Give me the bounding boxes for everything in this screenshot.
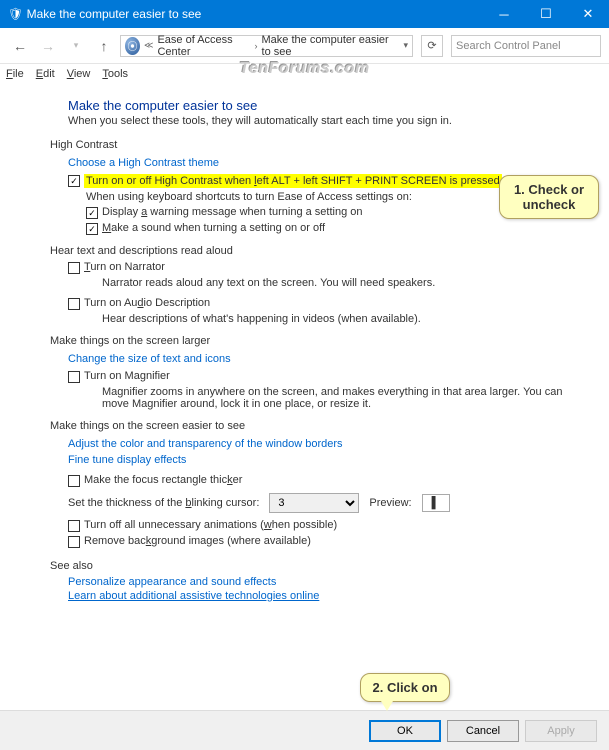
checkbox-make-sound[interactable]: Make a sound when turning a setting on o… xyxy=(86,222,581,235)
checkbox-icon[interactable] xyxy=(68,475,80,487)
link-adjust-color[interactable]: Adjust the color and transparency of the… xyxy=(68,438,343,450)
checkbox-icon[interactable] xyxy=(68,298,80,310)
content-area: Make the computer easier to see When you… xyxy=(0,84,609,602)
shield-icon: 🛡 xyxy=(8,7,23,21)
cursor-thickness-row: Set the thickness of the blinking cursor… xyxy=(68,493,581,513)
up-button[interactable]: ↑ xyxy=(92,34,116,58)
menu-tools[interactable]: Tools xyxy=(102,68,128,80)
page-heading: Make the computer easier to see xyxy=(68,98,581,113)
checkbox-focus-rectangle[interactable]: Make the focus rectangle thicker xyxy=(68,474,581,487)
cursor-label: Set the thickness of the blinking cursor… xyxy=(68,497,259,509)
checkbox-icon[interactable] xyxy=(68,262,80,274)
checkbox-label: Turn on Narrator xyxy=(84,261,165,273)
section-larger: Make things on the screen larger xyxy=(50,335,581,347)
annotation-2: 2. Click on xyxy=(360,673,450,702)
close-button[interactable]: ✕ xyxy=(567,0,609,28)
menu-edit[interactable]: Edit xyxy=(36,68,55,80)
menu-view[interactable]: View xyxy=(67,68,91,80)
checkbox-turn-off-animations[interactable]: Turn off all unnecessary animations (whe… xyxy=(68,519,581,532)
annotation-2-text: 2. Click on xyxy=(372,680,437,695)
see-also-title: See also xyxy=(50,560,93,572)
link-personalize[interactable]: Personalize appearance and sound effects xyxy=(68,576,581,588)
checkbox-icon[interactable] xyxy=(86,223,98,235)
breadcrumb-item[interactable]: Ease of Access Center xyxy=(157,34,250,58)
checkbox-label: Turn on or off High Contrast when left A… xyxy=(84,174,502,188)
titlebar: 🛡 Make the computer easier to see ─ ☐ ✕ xyxy=(0,0,609,28)
window-controls: ─ ☐ ✕ xyxy=(483,0,609,28)
section-high-contrast: High Contrast xyxy=(50,139,581,151)
cursor-thickness-select[interactable]: 3 xyxy=(269,493,359,513)
breadcrumb-item[interactable]: Make the computer easier to see xyxy=(262,34,396,58)
link-fine-tune[interactable]: Fine tune display effects xyxy=(68,454,186,466)
checkbox-icon[interactable] xyxy=(68,371,80,383)
section-easier: Make things on the screen easier to see xyxy=(50,420,581,432)
breadcrumb-bar[interactable]: ⦿ ≪ Ease of Access Center › Make the com… xyxy=(120,35,413,57)
checkbox-icon[interactable] xyxy=(68,520,80,532)
checkbox-label: Turn on Audio Description xyxy=(84,297,210,309)
audio-desc: Hear descriptions of what's happening in… xyxy=(102,313,581,325)
checkbox-remove-bg[interactable]: Remove background images (where availabl… xyxy=(68,535,581,548)
minimize-button[interactable]: ─ xyxy=(483,0,525,28)
magnifier-desc: Magnifier zooms in anywhere on the scree… xyxy=(102,386,581,410)
forward-button[interactable]: → xyxy=(36,34,60,58)
ease-of-access-icon: ⦿ xyxy=(125,37,140,55)
see-also-section: See also Personalize appearance and soun… xyxy=(50,560,581,602)
back-button[interactable]: ← xyxy=(8,34,32,58)
link-change-size[interactable]: Change the size of text and icons xyxy=(68,353,231,365)
apply-button[interactable]: Apply xyxy=(525,720,597,742)
window-title: Make the computer easier to see xyxy=(27,7,483,21)
nav-toolbar: ← → ▾ ↑ ⦿ ≪ Ease of Access Center › Make… xyxy=(0,28,609,64)
checkbox-audio-description[interactable]: Turn on Audio Description xyxy=(68,297,581,310)
button-bar: OK Cancel Apply xyxy=(0,710,609,750)
checkbox-icon[interactable] xyxy=(68,536,80,548)
checkbox-label: Make a sound when turning a setting on o… xyxy=(102,222,325,234)
recent-dropdown-icon[interactable]: ▾ xyxy=(64,34,88,58)
cursor-preview: ▌ xyxy=(422,494,450,512)
chevron-right-icon: › xyxy=(255,41,258,51)
menu-bar: File Edit View Tools xyxy=(0,64,609,84)
checkbox-icon[interactable] xyxy=(68,175,80,187)
refresh-button[interactable]: ⟳ xyxy=(421,35,443,57)
link-choose-theme[interactable]: Choose a High Contrast theme xyxy=(68,157,219,169)
checkbox-label: Make the focus rectangle thicker xyxy=(84,474,242,486)
checkbox-label: Turn off all unnecessary animations (whe… xyxy=(84,519,337,531)
menu-file[interactable]: File xyxy=(6,68,24,80)
section-hear-text: Hear text and descriptions read aloud xyxy=(50,245,581,257)
narrator-desc: Narrator reads aloud any text on the scr… xyxy=(102,277,581,289)
ok-button[interactable]: OK xyxy=(369,720,441,742)
chevron-icon: ≪ xyxy=(144,40,153,51)
checkbox-label: Display a warning message when turning a… xyxy=(102,206,363,218)
chevron-down-icon[interactable]: ▾ xyxy=(403,40,408,51)
preview-label: Preview: xyxy=(369,497,411,509)
checkbox-narrator[interactable]: Turn on Narrator xyxy=(68,261,581,274)
annotation-1: 1. Check or uncheck xyxy=(499,175,599,219)
page-subheading: When you select these tools, they will a… xyxy=(68,115,581,127)
checkbox-label: Remove background images (where availabl… xyxy=(84,535,311,547)
search-input[interactable]: Search Control Panel xyxy=(451,35,601,57)
checkbox-magnifier[interactable]: Turn on Magnifier xyxy=(68,370,581,383)
callout-tail-icon xyxy=(381,701,393,711)
maximize-button[interactable]: ☐ xyxy=(525,0,567,28)
checkbox-label: Turn on Magnifier xyxy=(84,370,170,382)
cancel-button[interactable]: Cancel xyxy=(447,720,519,742)
link-learn-more[interactable]: Learn about additional assistive technol… xyxy=(68,590,581,602)
checkbox-icon[interactable] xyxy=(86,207,98,219)
